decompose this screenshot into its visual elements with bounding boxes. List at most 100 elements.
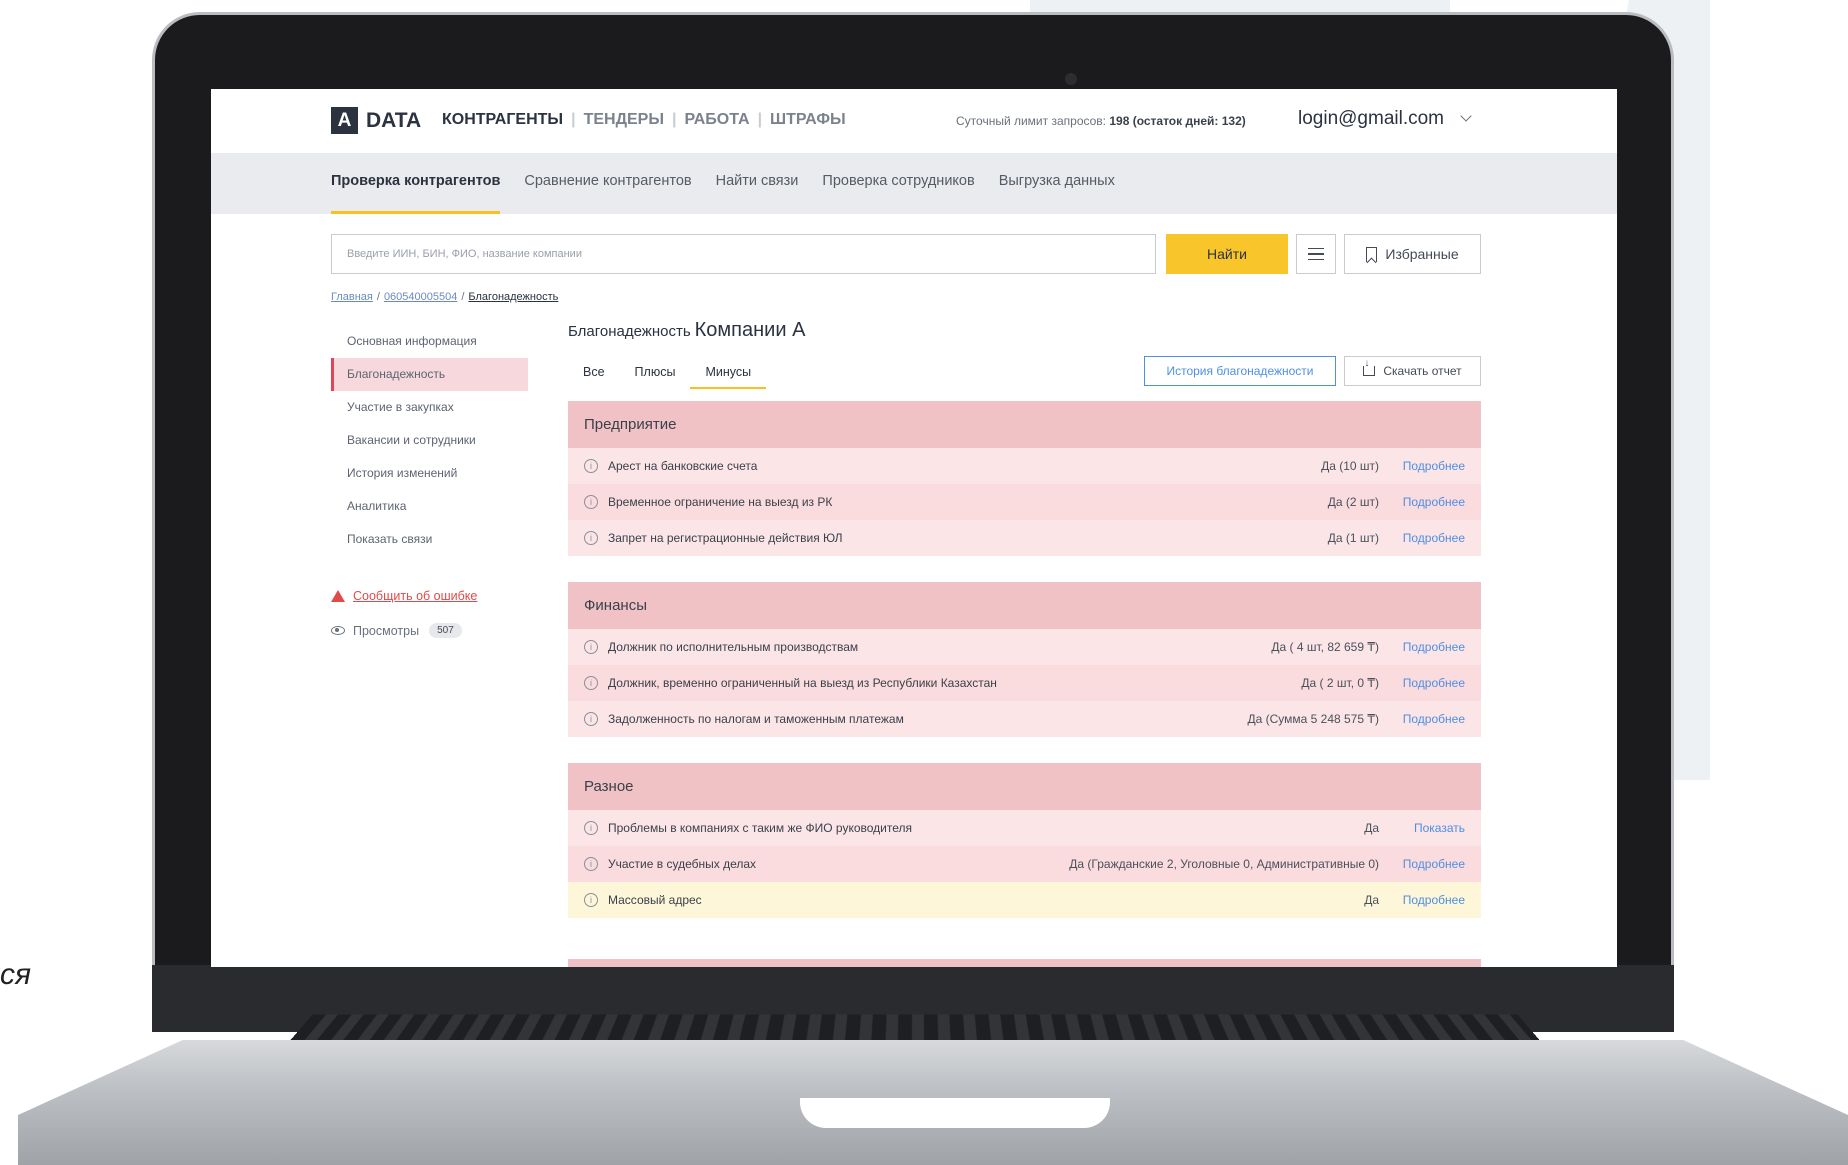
top-nav: КОНТРАГЕНТЫ | ТЕНДЕРЫ | РАБОТА | ШТРАФЫ: [442, 111, 854, 129]
list-item: i Должник, временно ограниченный на выез…: [568, 665, 1481, 701]
row-value: Да (Сумма 5 248 575 ₸): [1247, 712, 1379, 726]
list-item: i Запрет на регистрационные действия ЮЛ …: [568, 520, 1481, 556]
details-link[interactable]: Подробнее: [1403, 857, 1465, 871]
views-counter: Просмотры 507: [331, 623, 462, 638]
row-value: Да: [1364, 821, 1379, 835]
laptop-keyboard-hinge: [287, 1014, 1543, 1044]
menu-icon: [1308, 247, 1324, 250]
breadcrumb-id[interactable]: 060540005504: [384, 291, 457, 303]
logo[interactable]: A DATA: [331, 107, 421, 134]
next-section-edge: [568, 959, 1481, 967]
list-item: i Участие в судебных делах Да (Гражданск…: [568, 846, 1481, 882]
tab-pluses[interactable]: Плюсы: [620, 365, 691, 389]
breadcrumb-separator: /: [376, 291, 380, 303]
breadcrumb-home[interactable]: Главная: [331, 291, 373, 303]
nav-counterparties[interactable]: КОНТРАГЕНТЫ: [442, 111, 571, 129]
menu-icon: [1308, 258, 1324, 261]
warning-icon: [331, 590, 345, 602]
row-label: Запрет на регистрационные действия ЮЛ: [608, 531, 843, 545]
sidebar-item-reliability[interactable]: Благонадежность: [331, 358, 528, 391]
details-link[interactable]: Подробнее: [1403, 676, 1465, 690]
limit-value: 198 (остаток дней: 132): [1109, 114, 1246, 128]
info-icon[interactable]: i: [584, 893, 598, 907]
report-error-label: Сообщить об ошибке: [353, 589, 478, 603]
search-input[interactable]: Введите ИИН, БИН, ФИО, название компании: [331, 234, 1156, 274]
tab-check-counterparties[interactable]: Проверка контрагентов: [331, 173, 501, 214]
section-finance: Финансы i Должник по исполнительным прои…: [568, 582, 1481, 737]
side-text-fragment: ся: [0, 958, 32, 991]
info-icon[interactable]: i: [584, 857, 598, 871]
breadcrumb-current[interactable]: Благонадежность: [468, 291, 558, 303]
info-icon[interactable]: i: [584, 676, 598, 690]
sidebar-item-analytics[interactable]: Аналитика: [331, 490, 528, 523]
sidebar-item-procurement[interactable]: Участие в закупках: [331, 391, 528, 424]
sidebar-item-vacancies[interactable]: Вакансии и сотрудники: [331, 424, 528, 457]
views-label: Просмотры: [353, 623, 420, 638]
favorites-button[interactable]: Избранные: [1344, 234, 1481, 274]
row-value: Да: [1364, 893, 1379, 907]
row-label: Арест на банковские счета: [608, 459, 758, 473]
chevron-down-icon: [1460, 110, 1472, 122]
row-value: Да ( 2 шт, 0 ₸): [1301, 676, 1379, 690]
main-content: Благонадежность Компании А Все Плюсы Мину…: [568, 319, 1481, 918]
row-value: Да (2 шт): [1327, 495, 1379, 509]
details-link[interactable]: Подробнее: [1403, 640, 1465, 654]
camera-icon: [1065, 73, 1077, 85]
info-icon[interactable]: i: [584, 531, 598, 545]
tab-compare-counterparties[interactable]: Сравнение контрагентов: [524, 173, 691, 189]
find-button[interactable]: Найти: [1166, 234, 1288, 274]
list-item: i Арест на банковские счета Да (10 шт) П…: [568, 448, 1481, 484]
info-icon[interactable]: i: [584, 640, 598, 654]
sidebar-item-main-info[interactable]: Основная информация: [331, 325, 528, 358]
nav-work[interactable]: РАБОТА: [676, 111, 757, 129]
tab-export-data[interactable]: Выгрузка данных: [999, 173, 1115, 189]
page-title: Благонадежность Компании А: [568, 319, 1481, 342]
row-label: Должник, временно ограниченный на выезд …: [608, 676, 997, 690]
sidebar-item-show-links[interactable]: Показать связи: [331, 523, 528, 556]
info-icon[interactable]: i: [584, 459, 598, 473]
reliability-history-button[interactable]: История благонадежности: [1144, 356, 1336, 386]
tab-all[interactable]: Все: [568, 365, 620, 389]
filters-button[interactable]: [1296, 234, 1336, 274]
section-title: Разное: [568, 763, 1481, 810]
report-error-link[interactable]: Сообщить об ошибке: [331, 589, 477, 603]
section-misc: Разное i Проблемы в компаниях с таким же…: [568, 763, 1481, 918]
details-link[interactable]: Подробнее: [1403, 459, 1465, 473]
limit-label: Суточный лимит запросов:: [956, 114, 1110, 128]
list-item: i Проблемы в компаниях с таким же ФИО ру…: [568, 810, 1481, 846]
sidebar: Основная информация Благонадежность Учас…: [331, 325, 528, 556]
tab-minuses[interactable]: Минусы: [690, 365, 767, 389]
views-badge: 507: [429, 623, 462, 638]
download-icon: [1363, 358, 1376, 376]
account-menu[interactable]: login@gmail.com: [1298, 108, 1472, 130]
section-title: Предприятие: [568, 401, 1481, 448]
row-label: Временное ограничение на выезд из РК: [608, 495, 833, 509]
request-limit: Суточный лимит запросов: 198 (остаток дн…: [956, 114, 1246, 128]
list-item: i Временное ограничение на выезд из РК Д…: [568, 484, 1481, 520]
list-item: i Задолженность по налогам и таможенным …: [568, 701, 1481, 737]
info-icon[interactable]: i: [584, 495, 598, 509]
details-link[interactable]: Подробнее: [1403, 893, 1465, 907]
info-icon[interactable]: i: [584, 712, 598, 726]
details-link[interactable]: Подробнее: [1403, 495, 1465, 509]
tab-find-links[interactable]: Найти связи: [716, 173, 799, 189]
sub-nav: Проверка контрагентов Сравнение контраге…: [211, 153, 1617, 214]
details-link[interactable]: Подробнее: [1403, 531, 1465, 545]
sidebar-item-history[interactable]: История изменений: [331, 457, 528, 490]
nav-tenders[interactable]: ТЕНДЕРЫ: [576, 111, 672, 129]
nav-fines[interactable]: ШТРАФЫ: [762, 111, 854, 129]
page-title-company: Компании А: [694, 319, 806, 341]
section-title: Финансы: [568, 582, 1481, 629]
download-report-button[interactable]: Скачать отчет: [1344, 356, 1481, 386]
laptop-notch: [800, 1098, 1110, 1128]
row-label: Массовый адрес: [608, 893, 702, 907]
list-item: i Должник по исполнительным производства…: [568, 629, 1481, 665]
tab-check-employees[interactable]: Проверка сотрудников: [822, 173, 974, 189]
show-link[interactable]: Показать: [1414, 821, 1465, 835]
menu-icon: [1308, 253, 1324, 255]
top-bar: A DATA КОНТРАГЕНТЫ | ТЕНДЕРЫ | РАБОТА | …: [211, 89, 1617, 153]
bookmark-icon: [1366, 246, 1378, 262]
details-link[interactable]: Подробнее: [1403, 712, 1465, 726]
info-icon[interactable]: i: [584, 821, 598, 835]
breadcrumb: Главная/060540005504/Благонадежность: [331, 291, 558, 303]
